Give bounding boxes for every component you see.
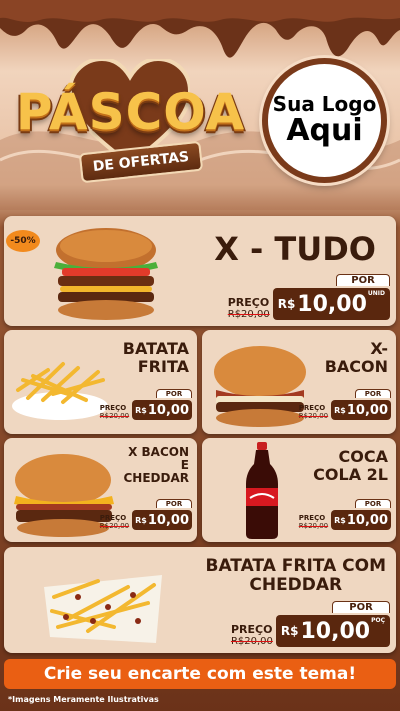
old-price: R$20,00 (298, 522, 329, 530)
fries-cheddar-image (44, 575, 162, 643)
por-label: POR (355, 389, 391, 398)
product-card-x-tudo: X - TUDO PREÇO R$20,00 POR R$ 10,00 UNID (4, 216, 396, 326)
preco-label: PREÇO (227, 296, 270, 309)
unit-label: UNID (367, 290, 385, 297)
price-amount: 10,00 (147, 512, 189, 528)
old-price-group: PREÇO R$20,00 (231, 623, 273, 647)
product-name-line: X- (370, 339, 388, 358)
soda-bottle-image (246, 442, 278, 539)
discount-badge: -50% (6, 230, 40, 252)
preco-label: PREÇO (230, 623, 273, 636)
old-price-group: PREÇO R$20,00 (100, 514, 129, 530)
product-card-batata-frita: BATATA FRITA PREÇO R$20,00 POR R$ 10,00 (4, 330, 197, 434)
store-logo-placeholder: Sua Logo Aqui (262, 58, 387, 183)
pascoa-logo: PÁSCOA DE OFERTAS (8, 55, 253, 195)
old-price-group: PREÇO R$20,00 (299, 404, 328, 420)
new-price-box: POR R$ 10,00 POÇ (275, 601, 390, 647)
product-name: BATATA FRITA (123, 340, 189, 375)
product-name-line: CHEDDAR (249, 574, 343, 595)
product-name: COCA COLA 2L (313, 448, 388, 483)
currency: R$ (277, 297, 296, 311)
por-label: POR (355, 499, 391, 508)
product-name-line: COCA (338, 447, 388, 466)
old-price: R$20,00 (230, 636, 273, 647)
price-amount: 10,00 (297, 291, 367, 317)
old-price: R$20,00 (99, 412, 130, 420)
currency: R$ (334, 515, 346, 525)
product-card-x-bacon-cheddar: X BACON E CHEDDAR PREÇO R$20,00 POR R$ 1… (4, 438, 197, 542)
burger-image (54, 228, 158, 320)
currency: R$ (280, 624, 299, 638)
price-value: R$ 10,00 (331, 400, 391, 420)
price-value: R$ 10,00 UNID (272, 288, 390, 320)
price-value: R$ 10,00 POÇ (275, 615, 390, 647)
product-card-coca-cola: COCA COLA 2L PREÇO R$20,00 POR R$ 10,00 (202, 438, 396, 542)
price-value: R$ 10,00 (132, 400, 192, 420)
logo-line-1: Sua Logo (272, 92, 377, 117)
preco-label: PREÇO (298, 404, 326, 412)
product-card-batata-cheddar: BATATA FRITA COM CHEDDAR PREÇO R$20,00 P… (4, 547, 396, 653)
preco-label: PREÇO (99, 514, 127, 522)
fries-image (12, 362, 108, 420)
old-price-group: PREÇO R$20,00 (100, 404, 129, 420)
product-name: X BACON E CHEDDAR (123, 445, 190, 486)
product-name-line: FRITA (137, 356, 189, 376)
old-price: R$20,00 (227, 309, 270, 320)
price-amount: 10,00 (346, 512, 388, 528)
price-block: PREÇO R$20,00 POR R$ 10,00 (299, 389, 391, 420)
old-price: R$20,00 (99, 522, 130, 530)
price-amount: 10,00 (147, 402, 189, 418)
cta-banner[interactable]: Crie seu encarte com este tema! (4, 659, 396, 689)
product-name-line: BATATA FRITA COM (205, 556, 386, 576)
unit-label: POÇ (371, 617, 385, 624)
old-price-group: PREÇO R$20,00 (228, 296, 270, 320)
product-name-line: COLA 2L (313, 464, 388, 484)
new-price-box: POR R$ 10,00 (132, 389, 192, 420)
por-label: POR (156, 389, 192, 398)
currency: R$ (135, 405, 147, 415)
old-price: R$20,00 (298, 412, 329, 420)
product-name-line: BACON (324, 356, 388, 376)
preco-label: PREÇO (298, 514, 326, 522)
disclaimer-text: *Imagens Meramente Ilustrativas (8, 695, 159, 704)
product-name: X- BACON (325, 340, 388, 375)
product-name: BATATA FRITA COM CHEDDAR (206, 557, 386, 594)
price-block: PREÇO R$20,00 POR R$ 10,00 (100, 499, 192, 530)
pascoa-title: PÁSCOA (15, 83, 246, 141)
price-block: PREÇO R$20,00 POR R$ 10,00 UNID (228, 274, 390, 320)
new-price-box: POR R$ 10,00 (132, 499, 192, 530)
old-price-group: PREÇO R$20,00 (299, 514, 328, 530)
currency: R$ (334, 405, 346, 415)
por-label: POR (336, 274, 390, 286)
price-block: PREÇO R$20,00 POR R$ 10,00 POÇ (231, 601, 390, 647)
flyer: PÁSCOA DE OFERTAS Sua Logo Aqui X - TUDO… (0, 0, 400, 711)
por-label: POR (332, 601, 390, 613)
product-name-line: BATATA (122, 339, 189, 358)
product-name-line: X BACON (128, 445, 189, 459)
product-card-x-bacon: X- BACON PREÇO R$20,00 POR R$ 10,00 (202, 330, 396, 434)
product-name-line: CHEDDAR (123, 471, 190, 486)
price-value: R$ 10,00 (132, 510, 192, 530)
price-amount: 10,00 (300, 618, 371, 644)
por-label: POR (156, 499, 192, 508)
price-block: PREÇO R$20,00 POR R$ 10,00 (299, 499, 391, 530)
logo-line-2: Aqui (286, 113, 363, 149)
price-value: R$ 10,00 (331, 510, 391, 530)
price-block: PREÇO R$20,00 POR R$ 10,00 (100, 389, 192, 420)
product-name: X - TUDO (214, 230, 376, 268)
new-price-box: POR R$ 10,00 UNID (272, 274, 390, 320)
preco-label: PREÇO (99, 404, 127, 412)
currency: R$ (135, 515, 147, 525)
new-price-box: POR R$ 10,00 (331, 389, 391, 420)
price-amount: 10,00 (346, 402, 388, 418)
new-price-box: POR R$ 10,00 (331, 499, 391, 530)
